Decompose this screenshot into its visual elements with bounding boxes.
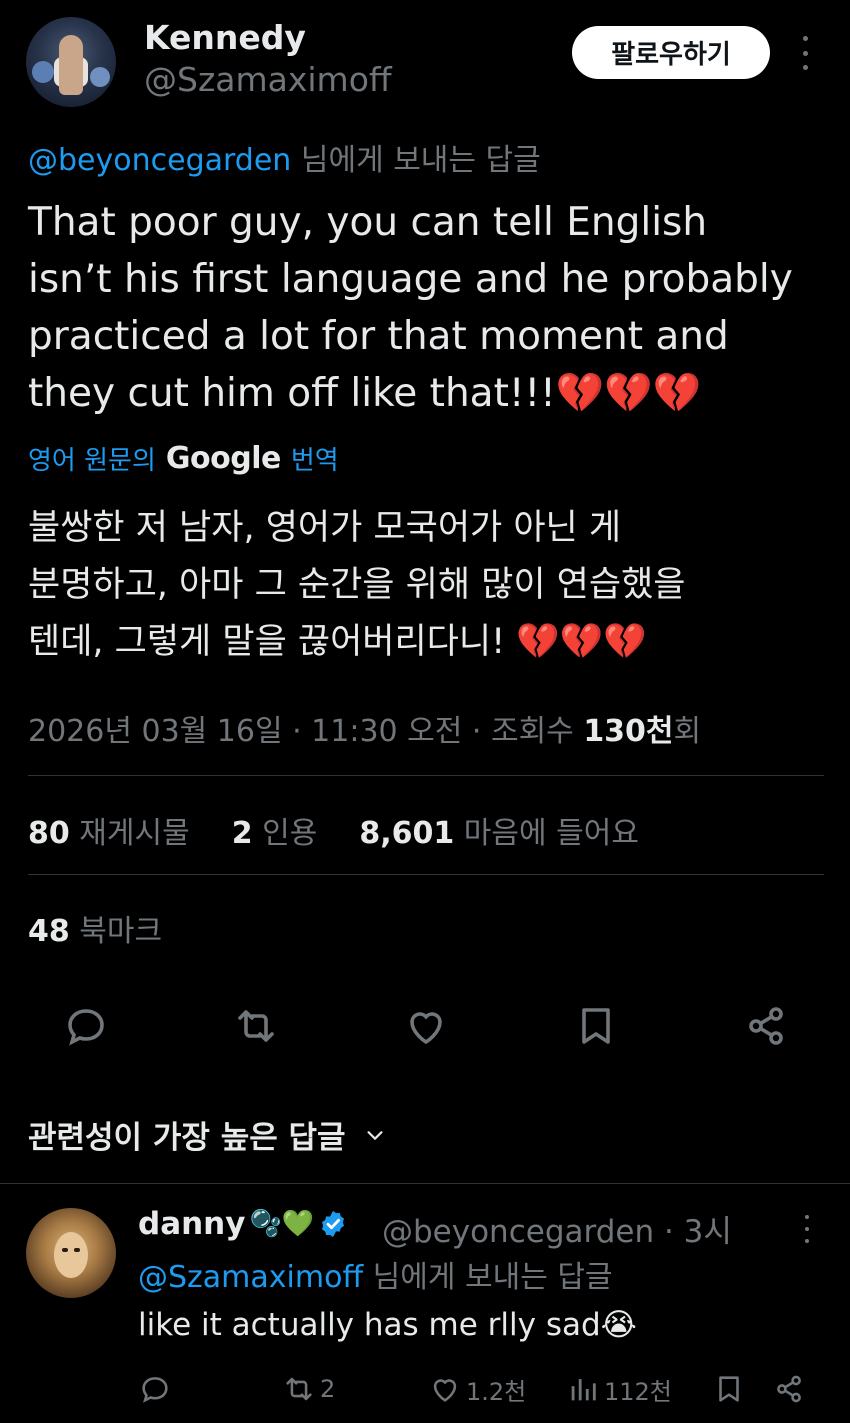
retweet-icon (286, 1377, 312, 1401)
follow-button[interactable]: 팔로우하기 (572, 26, 770, 79)
replies-sort-label: 관련성이 가장 높은 답글 (28, 1120, 346, 1156)
quotes-stat[interactable]: 2 인용 (232, 808, 318, 852)
like-icon (433, 1379, 457, 1402)
replying-to: @beyoncegarden 님에게 보내는 답글 (28, 135, 541, 179)
translate-suffix[interactable]: 번역 (291, 440, 339, 477)
timestamp[interactable]: 2026년 03월 16일 · 11:30 오전 · 조회수 (28, 714, 583, 749)
share-icon[interactable] (742, 1002, 790, 1050)
reply-views-count: 112천 (604, 1377, 672, 1406)
reply-share-icon[interactable] (772, 1371, 806, 1407)
views-suffix: 회 (673, 714, 702, 749)
divider (28, 775, 824, 776)
translated-text: 불쌍한 저 남자, 영어가 모국어가 아닌 게 분명하고, 아마 그 순간을 위… (28, 508, 686, 662)
tweet-stats: 80 재게시물 2 인용 8,601 마음에 들어요 (28, 808, 639, 852)
reply-author-avatar[interactable] (26, 1208, 116, 1298)
reply-retweet-count: 2 (320, 1375, 336, 1403)
translation-attribution[interactable]: 영어 원문의 Google 번역 (28, 440, 339, 477)
reply-to-handle-link[interactable]: @Szamaximoff (138, 1260, 363, 1295)
reply-more-options-icon[interactable] (795, 1215, 819, 1243)
reply-replying-to: @Szamaximoff 님에게 보내는 답글 (138, 1260, 613, 1295)
reply-like-count: 1.2천 (466, 1377, 527, 1406)
reply-bookmark-icon[interactable] (712, 1371, 746, 1407)
views-count: 130천 (583, 714, 674, 749)
replies-sort-dropdown[interactable]: 관련성이 가장 높은 답글 (28, 1112, 386, 1157)
reply-author-handle-time[interactable]: @beyoncegarden · 3시 (382, 1206, 732, 1251)
tweet-text: That poor guy, you can tell English isn’… (28, 200, 793, 416)
more-options-icon[interactable] (793, 36, 817, 70)
bookmarks-stat[interactable]: 48 북마크 (28, 906, 162, 950)
divider (28, 874, 824, 875)
reply-author-name[interactable]: danny 🫧💚 (138, 1206, 348, 1242)
bookmark-icon[interactable] (572, 1002, 620, 1050)
reply-views-button[interactable]: 112천 (566, 1371, 672, 1407)
reply-like-button[interactable]: 1.2천 (428, 1371, 526, 1407)
author-name[interactable]: Kennedy (144, 18, 306, 57)
reply-to-suffix: 님에게 보내는 답글 (291, 143, 541, 178)
reposts-stat[interactable]: 80 재게시물 (28, 808, 190, 852)
translate-prefix[interactable]: 영어 원문의 (28, 440, 156, 477)
name-emojis: 🫧💚 (249, 1209, 315, 1239)
reply-reply-icon[interactable] (138, 1371, 172, 1407)
chevron-down-icon (367, 1130, 383, 1140)
reply-text: like it actually has me rlly sad😭 (138, 1307, 637, 1343)
verified-badge-icon (322, 1210, 345, 1238)
tweet-meta: 2026년 03월 16일 · 11:30 오전 · 조회수 130천회 (28, 706, 701, 750)
likes-stat[interactable]: 8,601 마음에 들어요 (359, 808, 639, 852)
reply-to-handle-link[interactable]: @beyoncegarden (28, 143, 291, 178)
reply-icon[interactable] (62, 1002, 110, 1050)
author-handle[interactable]: @Szamaximoff (144, 60, 392, 99)
views-icon (571, 1379, 596, 1401)
retweet-icon[interactable] (232, 1002, 280, 1050)
google-logo: Google (165, 441, 281, 476)
reply-retweet-button[interactable]: 2 (282, 1371, 335, 1407)
author-avatar[interactable] (26, 17, 116, 107)
divider (0, 1183, 850, 1184)
like-icon[interactable] (402, 1002, 450, 1050)
